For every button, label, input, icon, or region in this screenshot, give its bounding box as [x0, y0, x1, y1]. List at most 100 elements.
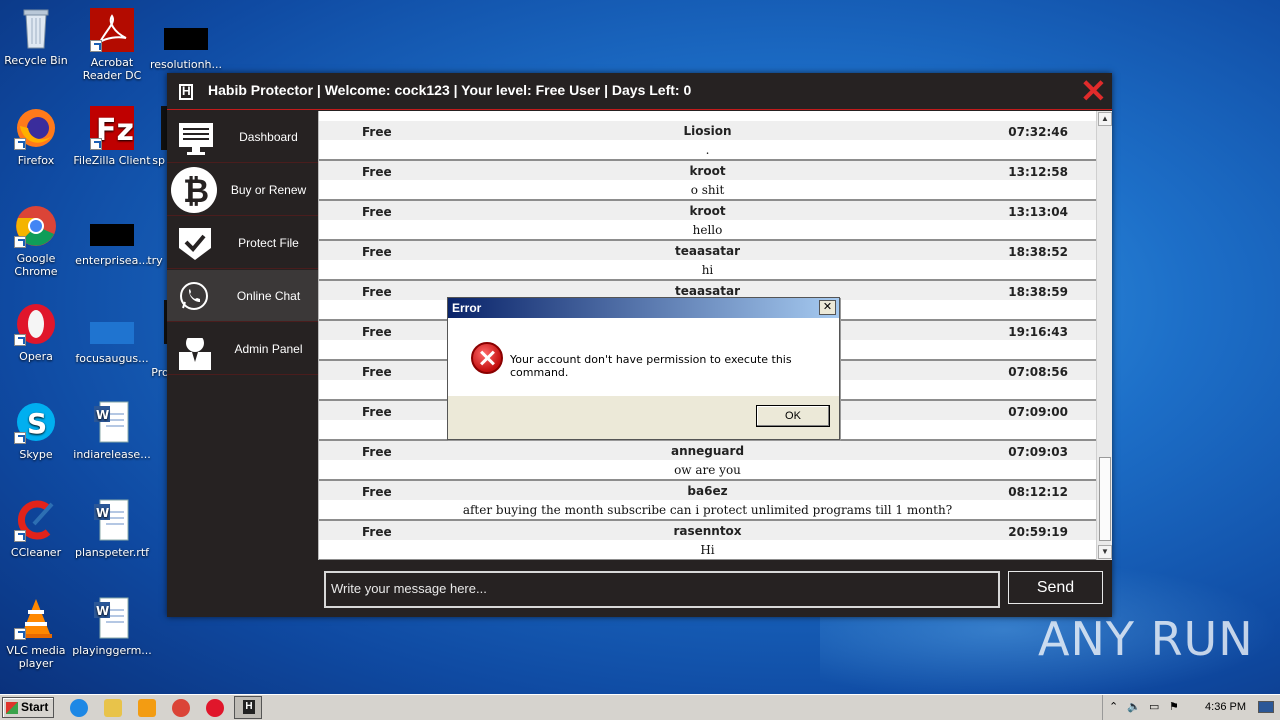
icon-label: sp — [152, 154, 165, 167]
scroll-thumb[interactable] — [1099, 457, 1111, 541]
message-text: o shit — [690, 183, 725, 197]
chrome-icon — [14, 204, 58, 248]
india-release-shortcut[interactable]: W indiarelease... — [72, 400, 152, 461]
bitcoin-icon: ₿ — [171, 167, 218, 213]
svg-text:₿: ₿ — [183, 172, 209, 210]
svg-text:W: W — [96, 604, 109, 618]
scroll-up-icon[interactable]: ▲ — [1098, 112, 1112, 126]
timestamp: 20:59:19 — [1008, 525, 1068, 539]
resolution-shortcut[interactable]: resolutionh... — [146, 28, 226, 71]
chat-message: Free teaasatar 18:38:52 hi — [319, 241, 1096, 281]
username: teaasatar — [674, 244, 741, 258]
user-tier: Free — [362, 325, 392, 339]
file-icon — [90, 322, 134, 344]
playing-shortcut[interactable]: W playinggerm... — [72, 596, 152, 657]
error-icon — [471, 342, 503, 374]
anyrun-watermark: ANY RUN — [1038, 612, 1254, 666]
message-text: Hi — [700, 543, 715, 557]
sidebar-item-buy-or-renew[interactable]: ₿ Buy or Renew — [167, 164, 318, 216]
focus-shortcut[interactable]: focusaugus... — [72, 322, 152, 365]
svg-text:W: W — [96, 408, 109, 422]
message-text: . — [705, 143, 710, 157]
icon-label: planspeter.rtf — [74, 546, 150, 559]
shield-check-icon — [176, 222, 218, 264]
username: anneguard — [670, 444, 745, 458]
chat-message: Free rasenntox 20:59:19 Hi — [319, 521, 1096, 560]
icon-label: Google Chrome — [14, 252, 58, 278]
send-button[interactable]: Send — [1008, 571, 1103, 604]
timestamp: 07:09:03 — [1008, 445, 1068, 459]
network-icon[interactable]: ▭ — [1149, 700, 1159, 713]
message-input[interactable]: Write your message here... — [324, 571, 1000, 608]
flag-icon[interactable]: ⚑ — [1169, 700, 1179, 713]
sidebar-item-label: Admin Panel — [234, 342, 303, 356]
sidebar-item-admin-panel[interactable]: Admin Panel — [167, 323, 318, 375]
clock[interactable]: 4:36 PM — [1205, 701, 1246, 713]
firefox-shortcut[interactable]: Firefox — [0, 106, 76, 167]
sidebar-item-dashboard[interactable]: Dashboard — [167, 111, 318, 163]
folder-icon[interactable] — [104, 699, 122, 717]
tray-expand-icon[interactable]: ⌃ — [1109, 700, 1118, 713]
ccleaner-shortcut[interactable]: CCleaner — [0, 498, 76, 559]
dialog-message: Your account don't have permission to ex… — [510, 353, 792, 379]
habib-protector-taskbar-icon[interactable] — [234, 696, 262, 719]
skype-shortcut[interactable]: S Skype — [0, 400, 76, 461]
timestamp: 19:16:43 — [1008, 325, 1068, 339]
sidebar-item-label: Protect File — [238, 236, 299, 250]
icon-label: try — [147, 254, 163, 267]
system-tray: ⌃ 🔈 ▭ ⚑ 4:36 PM — [1102, 695, 1280, 720]
sidebar-item-online-chat[interactable]: Online Chat — [167, 270, 318, 322]
ccleaner-icon — [14, 498, 58, 542]
message-text: after buying the month subscribe can i p… — [462, 503, 953, 517]
close-icon[interactable]: ✕ — [1080, 75, 1107, 107]
chrome-shortcut[interactable]: Google Chrome — [0, 204, 76, 278]
volume-icon[interactable]: 🔈 — [1127, 700, 1141, 713]
timestamp: 07:32:46 — [1008, 125, 1068, 139]
partial-shortcut[interactable]: try — [140, 254, 170, 267]
username: kroot — [689, 164, 726, 178]
user-tier: Free — [362, 405, 392, 419]
message-text: hi — [701, 263, 714, 277]
chat-message: Free Liosion 07:32:46 . — [319, 121, 1096, 161]
username: Liosion — [683, 124, 732, 138]
timestamp: 13:13:04 — [1008, 205, 1068, 219]
whatsapp-icon — [176, 275, 218, 317]
word-doc-icon: W — [90, 596, 134, 640]
sidebar-item-protect-file[interactable]: Protect File — [167, 217, 318, 269]
monitor-icon — [176, 116, 218, 158]
app-logo-icon — [179, 84, 193, 100]
ok-button[interactable]: OK — [756, 405, 830, 427]
chrome-icon[interactable] — [172, 699, 190, 717]
icon-label: Skype — [19, 448, 53, 461]
recycle-bin-shortcut[interactable]: Recycle Bin — [0, 6, 76, 67]
planspeter-shortcut[interactable]: W planspeter.rtf — [72, 498, 152, 559]
acrobat-shortcut[interactable]: Acrobat Reader DC — [72, 8, 152, 82]
username: teaasatar — [674, 284, 741, 298]
media-player-icon[interactable] — [138, 699, 156, 717]
timestamp: 18:38:59 — [1008, 285, 1068, 299]
sidebar-item-label: Online Chat — [236, 289, 301, 303]
chat-message: Free kroot 13:13:04 hello — [319, 201, 1096, 241]
icon-label: indiarelease... — [73, 448, 151, 461]
opera-icon[interactable] — [206, 699, 224, 717]
icon-label: playinggerm... — [72, 644, 152, 657]
show-desktop-icon[interactable] — [1258, 701, 1274, 713]
word-doc-icon: W — [90, 400, 134, 444]
taskbar: Start ⌃ 🔈 ▭ ⚑ 4:36 PM — [0, 694, 1280, 720]
icon-label: focusaugus... — [75, 352, 149, 365]
opera-shortcut[interactable]: Opera — [0, 302, 76, 363]
ie-icon[interactable] — [70, 699, 88, 717]
chat-scrollbar[interactable]: ▲ ▼ — [1096, 111, 1112, 560]
scroll-down-icon[interactable]: ▼ — [1098, 545, 1112, 559]
recycle-bin-icon — [14, 6, 58, 50]
vlc-shortcut[interactable]: VLC media player — [0, 596, 76, 670]
partial-shortcut[interactable]: sp — [125, 106, 169, 167]
error-dialog: Error ✕ Your account don't have permissi… — [447, 297, 840, 440]
chat-message: Free kroot 13:12:58 o shit — [319, 161, 1096, 201]
sidebar: Dashboard ₿ Buy or Renew Protect File On… — [167, 111, 318, 617]
dialog-close-icon[interactable]: ✕ — [819, 300, 836, 315]
icon-label: resolutionh... — [149, 58, 223, 71]
start-button[interactable]: Start — [2, 697, 54, 718]
timestamp: 13:12:58 — [1008, 165, 1068, 179]
icon-label: CCleaner — [10, 546, 62, 559]
